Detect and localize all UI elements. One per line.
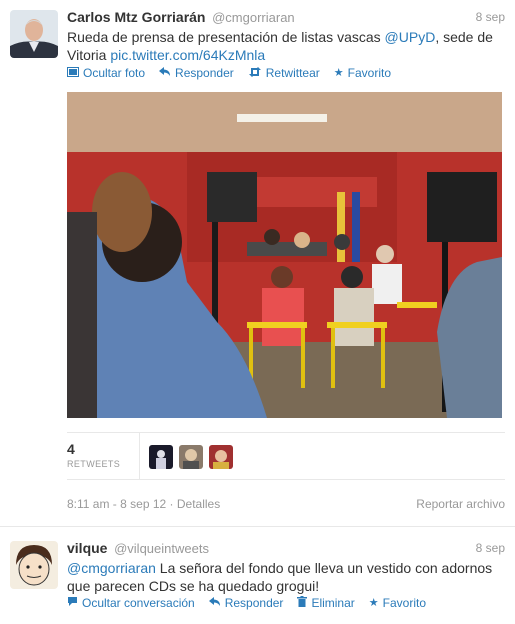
star-icon: ★ — [368, 596, 379, 609]
mention-link[interactable]: @cmgorriaran — [67, 560, 156, 576]
author-name[interactable]: Carlos Mtz Gorriarán — [67, 9, 205, 25]
retweet-icon — [248, 66, 262, 80]
trash-icon — [297, 596, 308, 610]
reply-icon — [208, 596, 221, 610]
tweet-actions: Ocultar foto Responder Retwittear ★ Favo… — [67, 65, 391, 81]
retweeter-avatar[interactable] — [149, 445, 173, 469]
retweet-count[interactable]: 4 — [67, 441, 75, 457]
reply-icon — [159, 66, 171, 80]
tweet-text: @cmgorriaran La señora del fondo que lle… — [67, 560, 493, 594]
stats-divider — [139, 433, 140, 479]
retweet-button[interactable]: Retwittear — [248, 65, 320, 81]
photo-link[interactable]: pic.twitter.com/64KzMnla — [110, 47, 265, 63]
photo-icon — [67, 66, 79, 80]
tweet: Carlos Mtz Gorriarán @cmgorriaran 8 sep … — [0, 0, 515, 527]
favorite-button[interactable]: ★ Favorito — [369, 595, 426, 611]
tweet-time[interactable]: 8 sep — [476, 541, 505, 555]
tweet-text: Rueda de prensa de presentación de lista… — [67, 29, 493, 63]
hide-photo-button[interactable]: Ocultar foto — [67, 65, 145, 81]
author-username[interactable]: @cmgorriaran — [212, 10, 295, 25]
speech-bubble-icon — [67, 596, 78, 610]
mention-link[interactable]: @UPyD — [385, 29, 436, 45]
retweet-label[interactable]: RETWEETS — [67, 459, 120, 469]
tweet-stats: 4 RETWEETS — [67, 432, 505, 480]
avatar[interactable] — [10, 541, 58, 589]
tweet-timestamp[interactable]: 8:11 am - 8 sep 12 — [67, 497, 166, 511]
tweet-meta: 8:11 am - 8 sep 12 · Detalles — [67, 497, 221, 511]
reply-button[interactable]: Responder — [208, 595, 283, 611]
avatar[interactable] — [10, 10, 58, 58]
author-name[interactable]: vilque — [67, 540, 107, 556]
reply-button[interactable]: Responder — [159, 65, 234, 81]
retweeter-avatar[interactable] — [209, 445, 233, 469]
favorite-button[interactable]: ★ Favorito — [334, 65, 391, 81]
details-link[interactable]: Detalles — [177, 497, 220, 511]
tweet-actions: Ocultar conversación Responder Eliminar … — [67, 595, 426, 611]
hide-conversation-button[interactable]: Ocultar conversación — [67, 595, 195, 611]
tweet: vilque @vilqueintweets 8 sep @cmgorriara… — [0, 528, 515, 624]
report-link[interactable]: Reportar archivo — [416, 497, 505, 511]
retweeter-avatar[interactable] — [179, 445, 203, 469]
author-username[interactable]: @vilqueintweets — [114, 541, 209, 556]
delete-button[interactable]: Eliminar — [297, 595, 355, 611]
star-icon: ★ — [333, 66, 344, 79]
tweet-time[interactable]: 8 sep — [476, 10, 505, 24]
tweet-photo[interactable] — [67, 92, 502, 418]
